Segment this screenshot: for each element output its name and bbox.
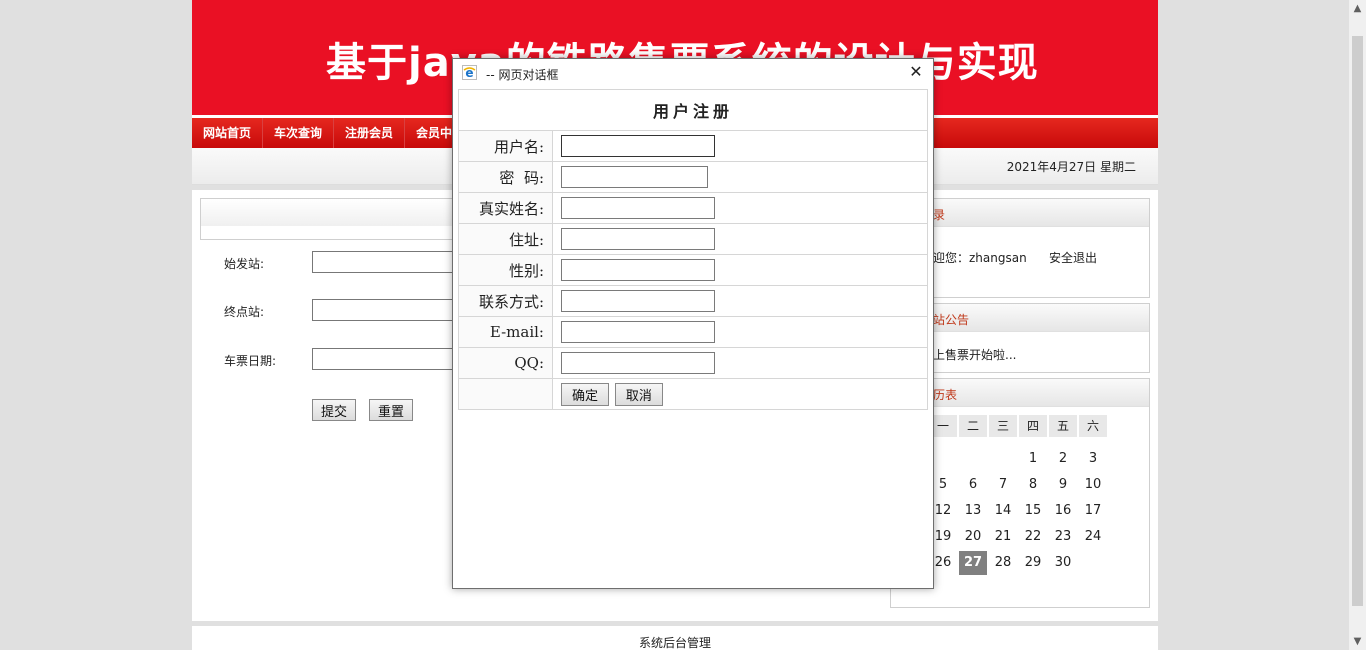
realname-label: 真实姓名: <box>458 192 553 224</box>
calendar-day[interactable]: 14 <box>989 499 1017 523</box>
calendar-day[interactable]: 13 <box>959 499 987 523</box>
calendar-day[interactable]: 9 <box>1049 473 1077 497</box>
calendar-weekday: 二 <box>959 415 987 437</box>
calendar-weekday: 五 <box>1049 415 1077 437</box>
calendar-day[interactable]: 6 <box>959 473 987 497</box>
calendar-day[interactable]: 8 <box>1019 473 1047 497</box>
calendar-day[interactable]: 24 <box>1079 525 1107 549</box>
password-input[interactable] <box>561 166 708 188</box>
calendar-day[interactable]: 3 <box>1079 447 1107 471</box>
phone-input[interactable] <box>561 290 715 312</box>
notice-item[interactable]: 网上售票开始啦... <box>921 346 1016 363</box>
date-text: 2021年4月27日 星期二 <box>1006 160 1136 174</box>
scroll-down-icon[interactable]: ▼ <box>1349 633 1366 650</box>
vertical-scrollbar[interactable]: ▲ ▼ <box>1349 0 1366 650</box>
dialog-title: -- 网页对话框 <box>486 68 559 82</box>
calendar-day[interactable]: 23 <box>1049 525 1077 549</box>
calendar-day[interactable]: 29 <box>1019 551 1047 575</box>
submit-button[interactable]: 提交 <box>312 399 357 421</box>
username-input[interactable] <box>561 135 715 157</box>
end-station-input[interactable] <box>312 299 462 321</box>
calendar-day[interactable]: 16 <box>1049 499 1077 523</box>
gender-label: 性别: <box>458 254 553 286</box>
calendar-day[interactable]: 2 <box>1049 447 1077 471</box>
scroll-up-icon[interactable]: ▲ <box>1349 0 1366 17</box>
confirm-button[interactable]: 确定 <box>561 382 610 406</box>
end-station-label: 终点站: <box>224 305 265 319</box>
start-station-input[interactable] <box>312 251 462 273</box>
calendar-weekday: 三 <box>989 415 1017 437</box>
admin-link[interactable]: 系统后台管理 <box>192 634 1158 650</box>
ticket-date-input[interactable] <box>312 348 462 370</box>
calendar-day[interactable]: 30 <box>1049 551 1077 575</box>
email-label: E-mail: <box>458 316 553 348</box>
welcome-text: 欢迎您：zhangsan <box>921 251 1027 265</box>
dialog-titlebar[interactable]: e -- 网页对话框 ✕ <box>453 59 933 87</box>
logout-link[interactable]: 安全退出 <box>1049 249 1097 266</box>
realname-input[interactable] <box>561 197 715 219</box>
close-icon[interactable]: ✕ <box>907 63 925 81</box>
register-form: 用户注册 用户名: 密 码: 真实姓名: 住址: 性别: 联系方式: E-mai… <box>458 89 928 410</box>
phone-label: 联系方式: <box>458 285 553 317</box>
qq-input[interactable] <box>561 352 715 374</box>
calendar-day[interactable]: 1 <box>1019 447 1047 471</box>
password-label: 密 码: <box>458 161 553 193</box>
calendar-today[interactable]: 27 <box>959 551 987 575</box>
calendar-weekday: 四 <box>1019 415 1047 437</box>
calendar-day[interactable]: 7 <box>989 473 1017 497</box>
register-form-title: 用户注册 <box>458 89 928 131</box>
nav-register[interactable]: 注册会员 <box>334 118 406 148</box>
calendar-day[interactable]: 15 <box>1019 499 1047 523</box>
nav-home[interactable]: 网站首页 <box>192 118 264 148</box>
calendar-weekday: 六 <box>1079 415 1107 437</box>
calendar-day[interactable]: 28 <box>989 551 1017 575</box>
ie-icon: e <box>462 65 477 80</box>
start-station-label: 始发站: <box>224 257 265 271</box>
register-dialog: e -- 网页对话框 ✕ 用户注册 用户名: 密 码: 真实姓名: 住址: 性别… <box>452 58 934 589</box>
calendar-day[interactable]: 17 <box>1079 499 1107 523</box>
gender-input[interactable] <box>561 259 715 281</box>
cancel-button[interactable]: 取消 <box>614 382 663 406</box>
scroll-thumb[interactable] <box>1352 36 1363 606</box>
dialog-body: 用户注册 用户名: 密 码: 真实姓名: 住址: 性别: 联系方式: E-mai… <box>458 89 928 410</box>
username-label: 用户名: <box>458 130 553 162</box>
nav-train-search[interactable]: 车次查询 <box>263 118 335 148</box>
ticket-date-label: 车票日期: <box>224 354 277 368</box>
calendar-day[interactable]: 22 <box>1019 525 1047 549</box>
address-input[interactable] <box>561 228 715 250</box>
calendar-day[interactable]: 20 <box>959 525 987 549</box>
reset-button[interactable]: 重置 <box>369 399 414 421</box>
email-input[interactable] <box>561 321 715 343</box>
calendar-day[interactable]: 10 <box>1079 473 1107 497</box>
address-label: 住址: <box>458 223 553 255</box>
qq-label: QQ: <box>458 347 553 379</box>
calendar-day[interactable]: 21 <box>989 525 1017 549</box>
